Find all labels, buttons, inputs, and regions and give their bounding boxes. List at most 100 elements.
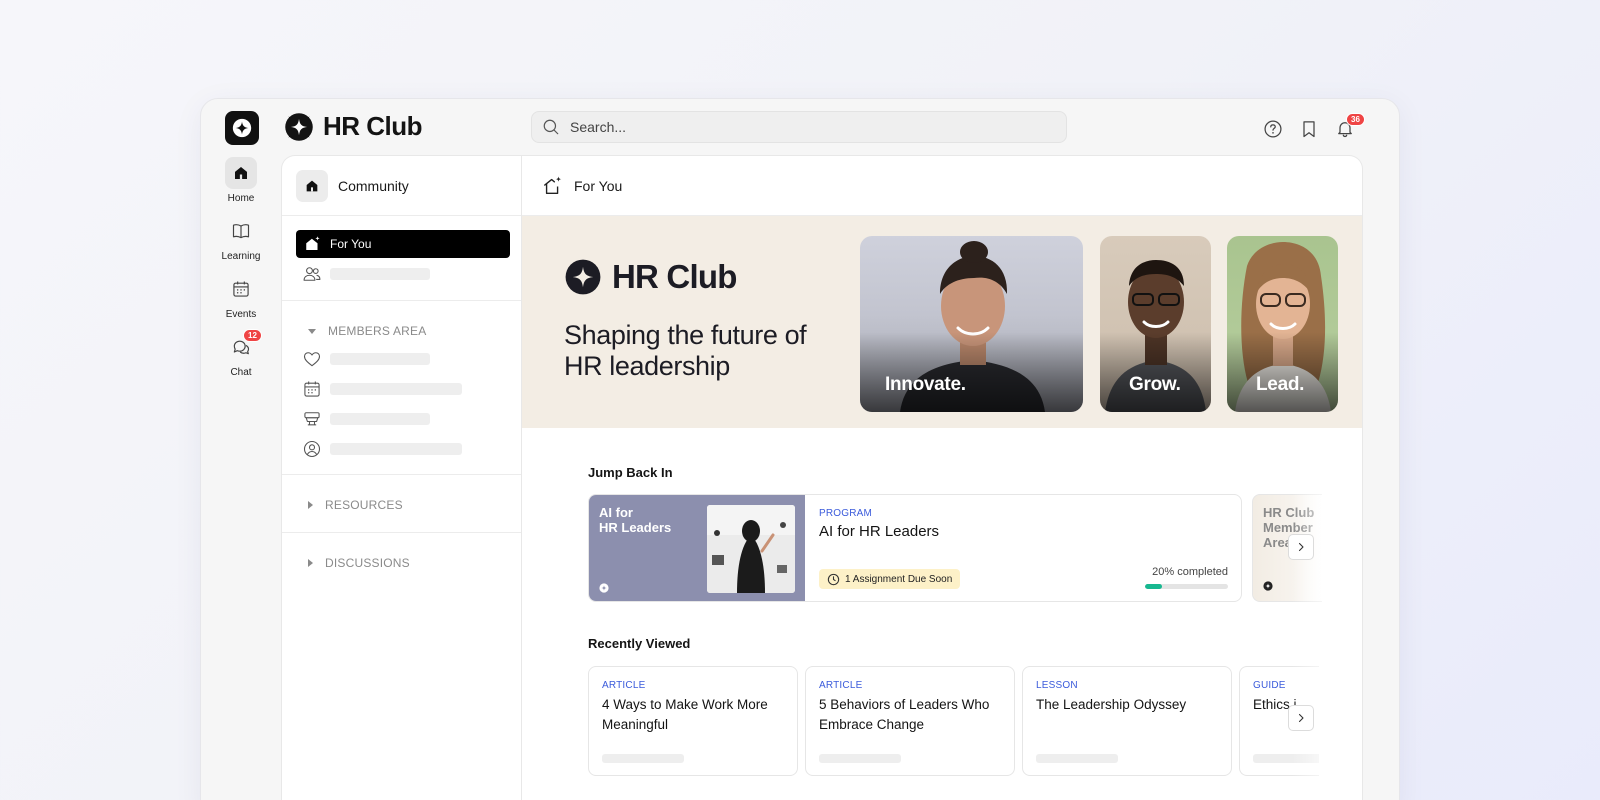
- progress-bar: [1145, 584, 1228, 589]
- hero-card-grow[interactable]: Grow.: [1100, 236, 1211, 412]
- recent-item-eyebrow: ARTICLE: [819, 680, 863, 691]
- caret-right-icon: [308, 501, 313, 509]
- skeleton-placeholder: [330, 413, 430, 425]
- sidebar-item-members[interactable]: [302, 264, 430, 284]
- rail-label-chat: Chat: [230, 367, 252, 378]
- section-discussions[interactable]: DISCUSSIONS: [308, 556, 410, 570]
- sidebar-item-for-you[interactable]: For You: [296, 230, 510, 258]
- help-icon: [1264, 120, 1282, 138]
- user-circle-icon: [303, 440, 321, 458]
- caret-right-icon: [308, 559, 313, 567]
- hero-card-label: Lead.: [1256, 374, 1305, 395]
- peek-title-line: HR Club: [1263, 505, 1315, 520]
- peek-title-line: Member: [1263, 520, 1313, 535]
- presentation-icon: [304, 412, 320, 426]
- program-photo: [707, 505, 795, 593]
- star-logo-icon: [1263, 581, 1273, 591]
- community-home-icon: [296, 169, 328, 202]
- star-logo-icon: [232, 118, 252, 138]
- recently-viewed-next-button[interactable]: [1288, 705, 1314, 731]
- caret-down-icon: [308, 328, 316, 334]
- sidebar-item-members-1[interactable]: [302, 349, 430, 369]
- progress-fill: [1145, 584, 1162, 589]
- home-icon: [225, 157, 257, 189]
- skeleton-placeholder: [330, 268, 430, 280]
- app-logo[interactable]: [225, 111, 259, 145]
- thumb-title-line: HR Leaders: [599, 520, 672, 535]
- hero-card-innovate[interactable]: Innovate.: [860, 236, 1083, 412]
- sidebar-item-members-3[interactable]: [302, 409, 430, 429]
- recent-item-eyebrow: LESSON: [1036, 680, 1078, 691]
- rail-item-events[interactable]: Events: [201, 273, 281, 320]
- program-title: AI for HR Leaders: [819, 523, 940, 540]
- sidebar-item-members-2[interactable]: [302, 379, 462, 399]
- skeleton-placeholder: [819, 754, 901, 763]
- star-logo-icon: [599, 583, 609, 593]
- chevron-right-icon: [1298, 713, 1304, 723]
- divider: [282, 474, 522, 475]
- program-thumbnail: AI for HR Leaders: [589, 495, 805, 601]
- recent-item-eyebrow: GUIDE: [1253, 680, 1286, 691]
- sidebar-item-members-4[interactable]: [302, 439, 462, 459]
- sparkle-home-icon: [306, 236, 320, 250]
- bookmark-button[interactable]: [1298, 118, 1320, 140]
- sparkle-home-icon: [544, 175, 562, 194]
- skeleton-placeholder: [1036, 754, 1118, 763]
- recent-item-card[interactable]: ARTICLE 4 Ways to Make Work More Meaning…: [588, 666, 798, 776]
- section-resources-label: RESOURCES: [325, 498, 403, 512]
- recent-item-card[interactable]: LESSON The Leadership Odyssey: [1022, 666, 1232, 776]
- skeleton-placeholder: [330, 383, 462, 395]
- whiteboard-photo-image: [707, 505, 795, 593]
- community-header[interactable]: Community: [282, 156, 521, 216]
- program-thumbnail-title: AI for HR Leaders: [599, 505, 671, 535]
- section-resources[interactable]: RESOURCES: [308, 498, 403, 512]
- rail-item-home[interactable]: Home: [201, 157, 281, 204]
- skeleton-placeholder: [330, 443, 462, 455]
- section-discussions-label: DISCUSSIONS: [325, 556, 410, 570]
- assignment-due-label: 1 Assignment Due Soon: [845, 573, 953, 585]
- users-icon: [303, 267, 321, 281]
- brand[interactable]: HR Club: [284, 111, 423, 142]
- section-members-area[interactable]: MEMBERS AREA: [308, 324, 426, 338]
- rail-label-home: Home: [227, 193, 255, 204]
- section-title-jump-back-in: Jump Back In: [588, 465, 673, 480]
- rail-label-learning: Learning: [221, 251, 261, 262]
- progress-label: 20% completed: [1152, 566, 1228, 578]
- heart-icon: [303, 352, 321, 367]
- main-content: For You HR Club Shaping the future of HR…: [521, 155, 1363, 800]
- notifications-badge: 36: [1346, 113, 1365, 126]
- recent-item-card[interactable]: ARTICLE 5 Behaviors of Leaders Who Embra…: [805, 666, 1015, 776]
- calendar-icon: [304, 381, 320, 397]
- notifications-button[interactable]: 36: [1334, 113, 1365, 140]
- program-info: PROGRAM AI for HR Leaders: [819, 508, 939, 540]
- recent-item-title: 4 Ways to Make Work More Meaningful: [602, 697, 768, 732]
- chevron-right-icon: [1298, 542, 1304, 552]
- search-bar[interactable]: [531, 111, 1067, 143]
- program-card[interactable]: AI for HR Leaders PROGRAM AI for HR Lead…: [588, 494, 1242, 602]
- skeleton-placeholder: [330, 353, 430, 365]
- help-button[interactable]: [1262, 118, 1284, 140]
- rail-item-chat[interactable]: 12 Chat: [201, 329, 281, 378]
- clock-icon: [827, 573, 840, 585]
- hero-card-lead[interactable]: Lead.: [1227, 236, 1338, 412]
- brand-logo-icon: [565, 259, 601, 295]
- hero-card-label: Grow.: [1129, 374, 1181, 395]
- skeleton-placeholder: [1253, 754, 1319, 763]
- chat-icon: 12: [225, 329, 262, 363]
- section-title-recently-viewed: Recently Viewed: [588, 636, 691, 651]
- hero-brand-name: HR Club: [612, 258, 737, 295]
- app-window: HR Club 36: [200, 98, 1400, 800]
- rail-item-learning[interactable]: Learning: [201, 215, 281, 262]
- jump-back-in-next-button[interactable]: [1288, 534, 1314, 560]
- gradient-shade: [1100, 332, 1211, 412]
- divider: [282, 300, 522, 301]
- search-input[interactable]: [570, 119, 1030, 135]
- brand-logo-icon: [285, 112, 313, 141]
- thumb-title-line: AI for: [599, 505, 633, 520]
- skeleton-placeholder: [602, 754, 684, 763]
- main-header: For You: [522, 156, 1362, 216]
- assignment-due-chip[interactable]: 1 Assignment Due Soon: [819, 569, 961, 589]
- bookmark-icon: [1303, 121, 1315, 138]
- book-icon: [225, 215, 257, 247]
- gradient-shade: [860, 332, 1083, 412]
